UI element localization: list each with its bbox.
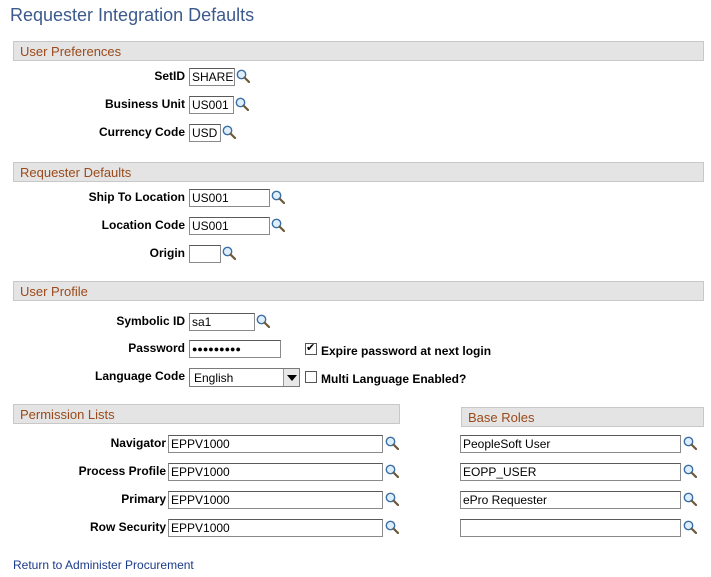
section-title: Base Roles: [468, 410, 535, 425]
origin-label: Origin: [149, 246, 185, 260]
section-title: User Profile: [20, 284, 88, 299]
lookup-icon[interactable]: [385, 492, 399, 506]
base-role-field[interactable]: PeopleSoft User: [460, 435, 681, 453]
ship-to-location-label: Ship To Location: [88, 190, 185, 204]
lookup-icon[interactable]: [683, 436, 697, 450]
setid-label: SetID: [154, 69, 185, 83]
base-role-field[interactable]: [460, 519, 681, 537]
lookup-icon[interactable]: [683, 520, 697, 534]
lookup-icon[interactable]: [271, 190, 285, 204]
multi-language-checkbox[interactable]: [305, 371, 317, 383]
lookup-icon[interactable]: [222, 246, 236, 260]
section-user-profile: User Profile: [13, 281, 704, 301]
expire-password-checkbox[interactable]: [305, 341, 317, 355]
location-code-label: Location Code: [101, 218, 185, 232]
primary-label: Primary: [121, 492, 166, 506]
multi-language-label: Multi Language Enabled?: [321, 372, 467, 386]
password-field[interactable]: ●●●●●●●●●: [189, 340, 281, 358]
lookup-icon[interactable]: [683, 464, 697, 478]
navigator-field[interactable]: EPPV1000: [168, 435, 383, 453]
location-code-field[interactable]: US001: [189, 217, 270, 235]
currency-code-label: Currency Code: [98, 125, 185, 139]
lookup-icon[interactable]: [235, 97, 249, 111]
section-permission-lists: Permission Lists: [13, 404, 400, 424]
language-code-label: Language Code: [94, 369, 185, 383]
lookup-icon[interactable]: [236, 69, 250, 83]
page-title: Requester Integration Defaults: [10, 5, 255, 25]
section-requester-defaults: Requester Defaults: [13, 162, 704, 182]
chevron-down-icon[interactable]: [283, 369, 299, 386]
ship-to-location-field[interactable]: US001: [189, 189, 270, 207]
origin-field[interactable]: [189, 245, 221, 263]
section-user-preferences: User Preferences: [13, 41, 704, 61]
section-title: Permission Lists: [20, 407, 115, 422]
symbolic-id-field[interactable]: sa1: [189, 313, 255, 331]
currency-code-field[interactable]: USD: [189, 124, 221, 142]
lookup-icon[interactable]: [683, 492, 697, 506]
base-role-field[interactable]: ePro Requester: [460, 491, 681, 509]
section-title: User Preferences: [20, 44, 122, 59]
process-profile-field[interactable]: EPPV1000: [168, 463, 383, 481]
password-label: Password: [128, 341, 185, 355]
lookup-icon[interactable]: [256, 314, 270, 328]
business-unit-field[interactable]: US001: [189, 96, 234, 114]
process-profile-label: Process Profile: [78, 464, 166, 478]
lookup-icon[interactable]: [222, 125, 236, 139]
section-base-roles: Base Roles: [461, 407, 704, 427]
base-role-field[interactable]: EOPP_USER: [460, 463, 681, 481]
symbolic-id-label: Symbolic ID: [116, 314, 185, 328]
business-unit-label: Business Unit: [104, 97, 185, 111]
language-code-select[interactable]: English: [189, 368, 300, 387]
setid-field[interactable]: SHARE: [189, 68, 235, 86]
lookup-icon[interactable]: [385, 436, 399, 450]
language-code-value: English: [194, 371, 234, 385]
return-to-administer-procurement-link[interactable]: Return to Administer Procurement: [13, 558, 194, 572]
row-security-label: Row Security: [89, 520, 166, 534]
row-security-field[interactable]: EPPV1000: [168, 519, 383, 537]
expire-password-label: Expire password at next login: [321, 344, 492, 358]
lookup-icon[interactable]: [271, 218, 285, 232]
lookup-icon[interactable]: [385, 520, 399, 534]
navigator-label: Navigator: [110, 436, 166, 450]
primary-field[interactable]: EPPV1000: [168, 491, 383, 509]
section-title: Requester Defaults: [20, 165, 132, 180]
lookup-icon[interactable]: [385, 464, 399, 478]
